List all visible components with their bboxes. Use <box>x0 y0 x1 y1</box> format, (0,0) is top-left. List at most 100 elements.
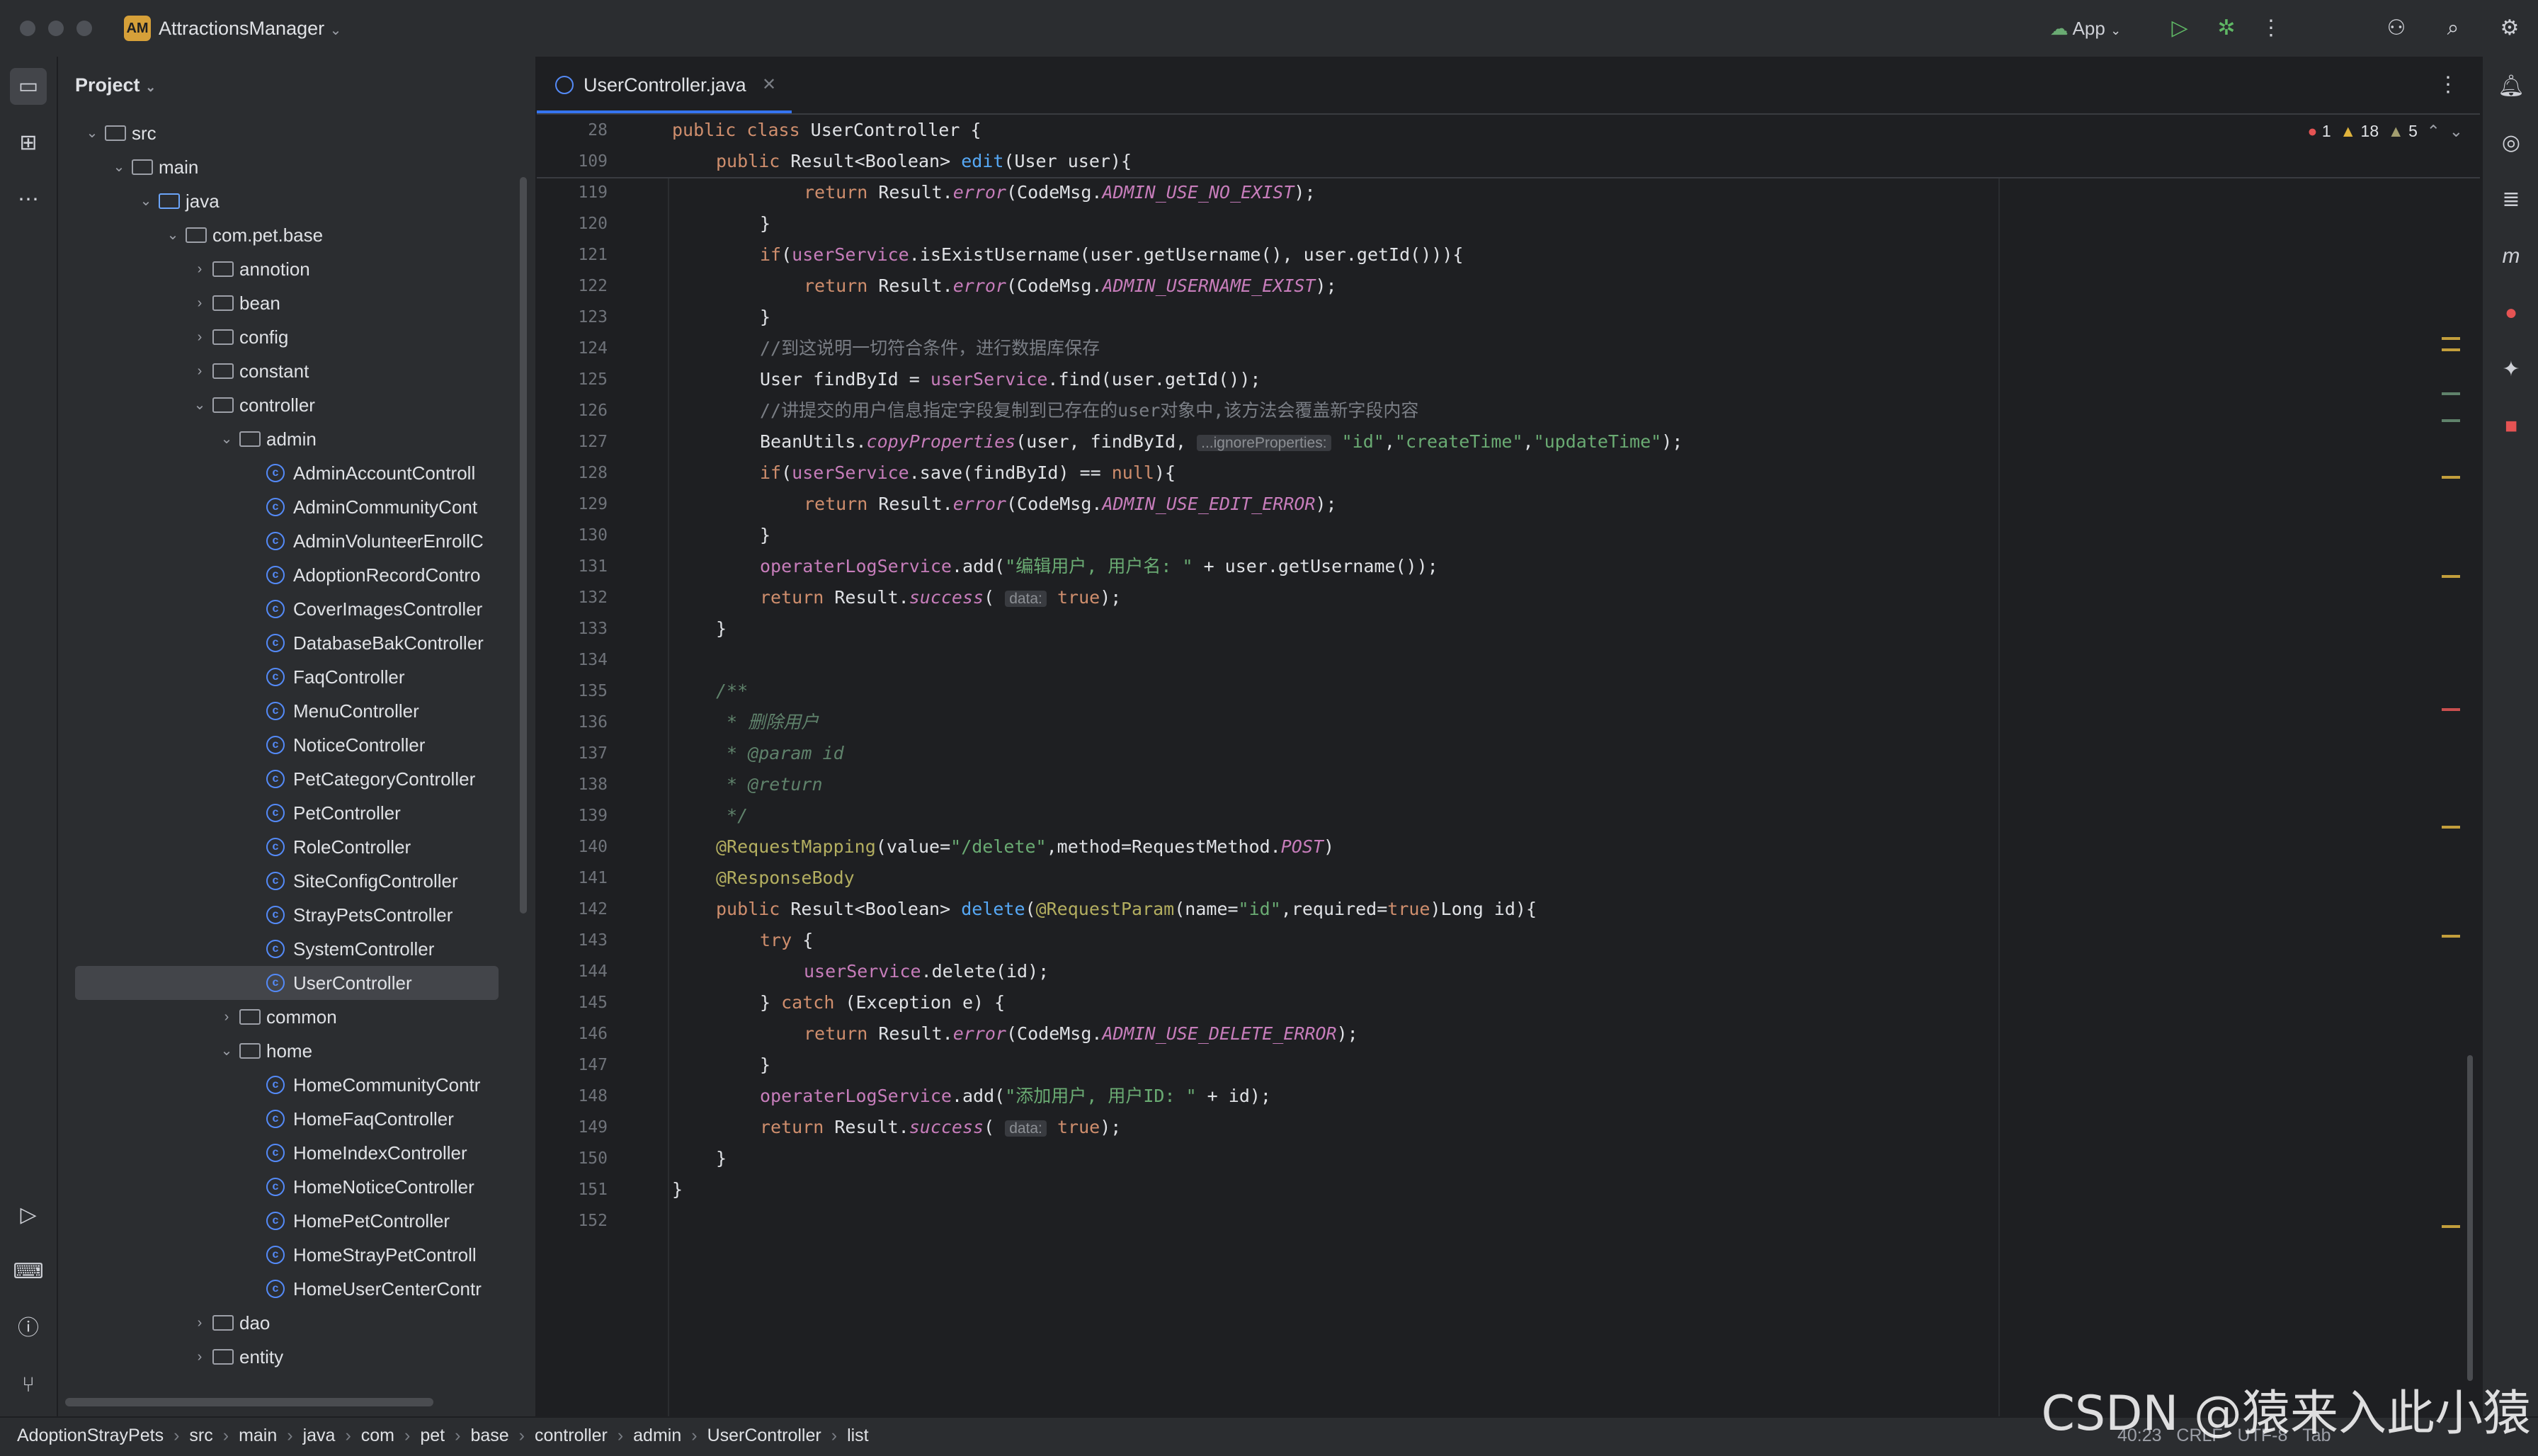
tree-class-item[interactable]: c HomeNoticeController <box>58 1170 525 1204</box>
line-number[interactable]: 143 <box>551 925 608 956</box>
line-number[interactable]: 123 <box>551 302 608 333</box>
ai-assistant-icon[interactable]: ◎ <box>2493 125 2530 161</box>
tree-class-item[interactable]: c HomeIndexController <box>58 1136 525 1170</box>
tree-horizontal-scrollbar[interactable] <box>65 1398 433 1406</box>
editor-scrollbar[interactable] <box>2467 1055 2473 1381</box>
tree-class-item[interactable]: c HomePetController <box>58 1204 525 1238</box>
tree-class-item[interactable]: c HomeCommunityContr <box>58 1068 525 1102</box>
tree-class-item[interactable]: c AdminVolunteerEnrollC <box>58 524 525 558</box>
breadcrumb-item[interactable]: admin <box>633 1426 681 1445</box>
tree-folder-item[interactable]: ⌄ main <box>58 150 525 184</box>
tree-class-item[interactable]: c NoticeController <box>58 728 525 762</box>
chevron-right-icon[interactable]: › <box>191 1306 208 1340</box>
line-number[interactable]: 121 <box>551 239 608 271</box>
line-number[interactable]: 144 <box>551 956 608 987</box>
warning-marker[interactable] <box>2442 337 2460 340</box>
line-number[interactable]: 131 <box>551 551 608 582</box>
tree-folder-item[interactable]: › bean <box>58 286 525 320</box>
terminal-icon[interactable]: ⌨ <box>10 1253 47 1290</box>
tree-class-item[interactable]: c UserController <box>75 966 499 1000</box>
search-icon[interactable]: ⌕ <box>2439 14 2467 42</box>
project-selector[interactable]: AttractionsManager ⌄ <box>159 16 341 43</box>
line-number[interactable]: 146 <box>551 1018 608 1050</box>
tree-scrollbar[interactable] <box>520 177 527 914</box>
line-number[interactable]: 28 <box>551 115 608 146</box>
line-number[interactable]: 148 <box>551 1081 608 1112</box>
tree-class-item[interactable]: c MenuController <box>58 694 525 728</box>
tree-folder-item[interactable]: ⌄ com.pet.base <box>58 218 525 252</box>
tree-folder-item[interactable]: › config <box>58 320 525 354</box>
line-number[interactable]: 139 <box>551 800 608 831</box>
run-config-selector[interactable]: ☁ App ⌄ <box>2047 14 2124 42</box>
tree-class-item[interactable]: c RoleController <box>58 830 525 864</box>
tab-usercontroller[interactable]: UserController.java ✕ <box>537 57 792 113</box>
maximize-window-button[interactable] <box>76 21 92 36</box>
line-number[interactable]: 151 <box>551 1174 608 1205</box>
tree-class-item[interactable]: c PetCategoryController <box>58 762 525 796</box>
tree-class-item[interactable]: c StrayPetsController <box>58 898 525 932</box>
chevron-down-icon[interactable]: ⌄ <box>218 1034 235 1068</box>
minimize-window-button[interactable] <box>48 21 64 36</box>
breadcrumb-item[interactable]: list <box>847 1426 869 1445</box>
line-number[interactable]: 120 <box>551 208 608 239</box>
chevron-down-icon[interactable]: ⌄ <box>137 184 154 218</box>
tree-class-item[interactable]: c HomeFaqController <box>58 1102 525 1136</box>
chevron-right-icon[interactable]: › <box>191 1340 208 1374</box>
tree-folder-item[interactable]: ⌄ src <box>58 116 525 150</box>
warning-marker[interactable] <box>2442 575 2460 578</box>
tree-class-item[interactable]: c HomeStrayPetControll <box>58 1238 525 1272</box>
breadcrumb-item[interactable]: src <box>189 1426 212 1445</box>
line-number[interactable]: 128 <box>551 457 608 489</box>
breadcrumb-item[interactable]: com <box>361 1426 394 1445</box>
chevron-down-icon[interactable]: ⌄ <box>110 150 127 184</box>
change-marker[interactable] <box>2442 392 2460 395</box>
project-panel-header[interactable]: Project ⌄ <box>75 71 156 101</box>
line-number[interactable]: 119 <box>551 177 608 208</box>
warning-marker[interactable] <box>2442 1225 2460 1228</box>
tree-class-item[interactable]: c AdminAccountControll <box>58 456 525 490</box>
line-number[interactable]: 140 <box>551 831 608 863</box>
tree-folder-item[interactable]: ⌄ admin <box>58 422 525 456</box>
code-with-me-icon[interactable]: ■ <box>2493 408 2530 445</box>
chevron-up-icon[interactable]: ⌃ <box>2427 122 2440 140</box>
chevron-down-icon[interactable]: ⌄ <box>218 422 235 456</box>
tree-class-item[interactable]: c AdminCommunityCont <box>58 490 525 524</box>
line-number[interactable]: 145 <box>551 987 608 1018</box>
tree-folder-item[interactable]: › common <box>58 1000 525 1034</box>
warning-marker[interactable] <box>2442 826 2460 829</box>
tree-folder-item[interactable]: ⌄ home <box>58 1034 525 1068</box>
error-marker[interactable] <box>2442 708 2460 711</box>
settings-icon[interactable]: ⚙ <box>2496 14 2524 42</box>
line-number[interactable]: 142 <box>551 894 608 925</box>
line-number[interactable]: 109 <box>551 146 608 177</box>
line-number[interactable]: 147 <box>551 1050 608 1081</box>
line-number[interactable]: 124 <box>551 333 608 364</box>
line-number[interactable]: 132 <box>551 582 608 613</box>
project-folder-icon[interactable]: ▭ <box>10 68 47 105</box>
tree-class-item[interactable]: c PetController <box>58 796 525 830</box>
inspection-widget[interactable]: ● 1 ▲ 18 ▲ 5 ⌃ ⌄ <box>2308 122 2463 141</box>
chevron-right-icon[interactable]: › <box>191 320 208 354</box>
line-number[interactable]: 134 <box>551 644 608 676</box>
line-number[interactable]: 135 <box>551 676 608 707</box>
maven-icon[interactable]: m <box>2493 238 2530 275</box>
close-window-button[interactable] <box>20 21 35 36</box>
database-icon[interactable]: ≣ <box>2493 181 2530 218</box>
git-icon[interactable]: ⑂ <box>10 1367 47 1404</box>
warning-marker[interactable] <box>2442 935 2460 938</box>
tree-folder-item[interactable]: › annotion <box>58 252 525 286</box>
change-marker[interactable] <box>2442 419 2460 422</box>
tree-class-item[interactable]: c SiteConfigController <box>58 864 525 898</box>
run-services-icon[interactable]: ▷ <box>10 1197 47 1234</box>
line-number[interactable]: 137 <box>551 738 608 769</box>
line-number[interactable]: 129 <box>551 489 608 520</box>
warning-marker[interactable] <box>2442 348 2460 351</box>
breadcrumb-item[interactable]: AdoptionStrayPets <box>17 1426 164 1445</box>
problems-icon[interactable]: ⓘ <box>10 1310 47 1347</box>
line-number[interactable]: 127 <box>551 426 608 457</box>
close-icon[interactable]: ✕ <box>762 71 776 99</box>
tab-options-icon[interactable]: ⋮ <box>2437 71 2459 99</box>
tree-folder-item[interactable]: ⌄ java <box>58 184 525 218</box>
add-user-icon[interactable]: ⚇ <box>2382 14 2411 42</box>
line-number[interactable]: 141 <box>551 863 608 894</box>
